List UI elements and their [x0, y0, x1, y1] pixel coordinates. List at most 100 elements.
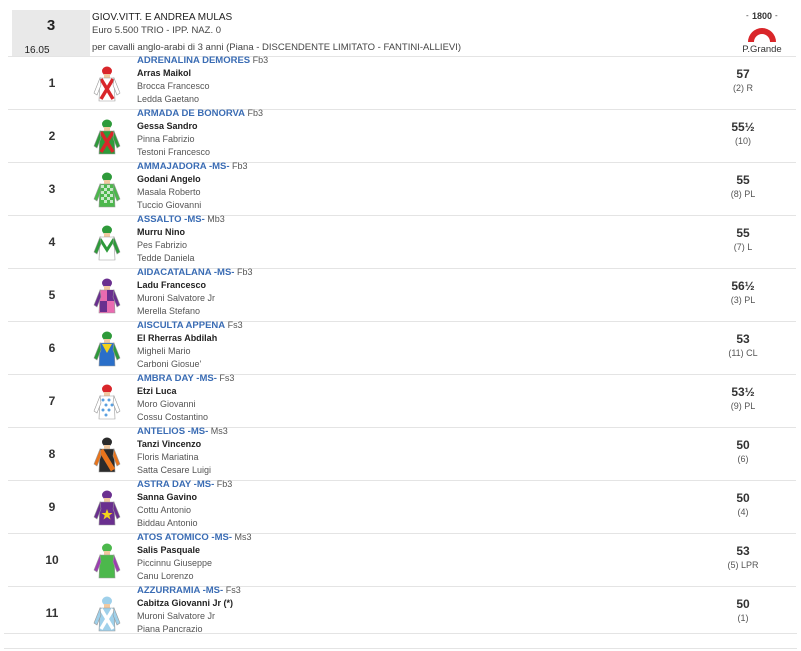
entry-info: ANTELIOS -MS- Ms3 Tanzi Vincenzo Floris …: [137, 425, 228, 477]
entry-number: 10: [45, 553, 59, 567]
jockey-name: El Rherras Abdilah: [137, 333, 218, 343]
jockey-silk-purple-yellow-star-icon: [92, 487, 122, 529]
entry-row: 11 AZZURRAMIA -MS- Fs3 Cabitza Giovanni …: [8, 585, 796, 639]
weight-cell: 55 (7) L: [720, 226, 766, 253]
horse-suffix: Ms3: [234, 532, 252, 542]
horse-suffix: Ms3: [210, 426, 228, 436]
weight-cell: 53 (5) LPR: [720, 544, 766, 571]
entry-row: 5 AIDACATALANA -MS- Fb3 Ladu Francesco M…: [8, 266, 796, 321]
jockey-name: Gessa Sandro: [137, 121, 198, 131]
horse-name-link[interactable]: ATOS ATOMICO -MS-: [137, 532, 232, 543]
entry-info: AMBRA DAY -MS- Fs3 Etzi Luca Moro Giovan…: [137, 372, 234, 424]
entry-row: 3 AMMAJADORA -MS- Fb3 Godani Angelo Masa…: [8, 160, 796, 215]
weight-cell: 50 (6): [720, 438, 766, 465]
entry-number: 7: [48, 394, 56, 408]
jockey-name: Ladu Francesco: [137, 280, 207, 290]
weight-cell: 50 (4): [720, 491, 766, 518]
weight-cell: 55 (8) PL: [720, 173, 766, 200]
entry-row: 2 ARMADA DE BONORVA Fb3 Gessa Sandro Pin…: [8, 108, 796, 162]
trainer-name: Masala Roberto: [137, 187, 201, 197]
horse-name-link[interactable]: ASSALTO -MS-: [137, 214, 205, 225]
entry-row: 8 ANTELIOS -MS- Ms3 Tanzi Vincenzo Flori…: [8, 425, 796, 480]
owner-name: Tuccio Giovanni: [137, 200, 202, 210]
horse-name-link[interactable]: ANTELIOS -MS-: [137, 426, 208, 437]
horse-suffix: Fb3: [232, 161, 248, 171]
divider: [4, 648, 797, 649]
jockey-name: Godani Angelo: [137, 174, 201, 184]
jockey-name: Salis Pasquale: [137, 545, 201, 555]
jockey-name: Arras Maikol: [137, 68, 192, 78]
horse-name-link[interactable]: ARMADA DE BONORVA: [137, 108, 245, 119]
entry-row: 9 ASTRA DAY -MS- Fb3 Sanna Gavino Cottu …: [8, 479, 796, 533]
owner-name: Canu Lorenzo: [137, 571, 194, 581]
weight-value: 50: [736, 597, 750, 611]
svg-text:-: -: [746, 11, 749, 20]
jockey-silk-blue-green-yellow-icon: [92, 328, 122, 370]
trainer-name: Floris Mariatina: [137, 452, 199, 462]
weight-value: 57: [736, 67, 750, 81]
horse-name-link[interactable]: AIDACATALANA -MS-: [137, 267, 234, 278]
entries-list: 1 ADRENALINA DEMORES Fb3 Arras Maikol Br…: [8, 55, 796, 639]
horse-suffix: Fb3: [216, 479, 233, 489]
weight-cell: 56½ (3) PL: [720, 279, 766, 306]
race-title: GIOV.VITT. E ANDREA MULAS: [92, 12, 233, 23]
weight-value: 50: [736, 438, 750, 452]
horse-name-link[interactable]: AZZURRAMIA -MS-: [137, 585, 223, 596]
entry-info: AIDACATALANA -MS- Fb3 Ladu Francesco Mur…: [137, 266, 252, 318]
jockey-silk-green-purple-icon: [92, 540, 122, 582]
weight-value: 55: [736, 173, 750, 187]
horse-name-link[interactable]: AMBRA DAY -MS-: [137, 373, 217, 384]
track-distance: 1800: [752, 11, 772, 21]
owner-name: Biddau Antonio: [137, 518, 198, 528]
horse-name-link[interactable]: ASTRA DAY -MS-: [137, 479, 214, 490]
owner-name: Piana Pancrazio: [137, 624, 203, 634]
horse-name-link[interactable]: ADRENALINA DEMORES: [137, 55, 250, 66]
horse-suffix: Fb3: [247, 108, 264, 118]
horse-suffix: Fs3: [227, 320, 243, 330]
track-badge: 1800 - - P.Grande: [732, 8, 792, 56]
entry-number: 2: [48, 129, 56, 143]
horse-suffix: Fb3: [252, 55, 269, 65]
trainer-name: Piccinnu Giuseppe: [137, 558, 213, 568]
jockey-silk-green-check-icon: [92, 169, 122, 211]
race-card: 3 16.05 GIOV.VITT. E ANDREA MULAS Euro 5…: [8, 6, 796, 639]
draw-value: (8) PL: [730, 189, 756, 199]
draw-value: (2) R: [733, 83, 753, 93]
entry-info: AISCULTA APPENA Fs3 El Rherras Abdilah M…: [137, 319, 243, 371]
horse-name-link[interactable]: AMMAJADORA -MS-: [137, 161, 230, 172]
draw-value: (11) CL: [728, 348, 758, 358]
entry-info: ATOS ATOMICO -MS- Ms3 Salis Pasquale Pic…: [137, 531, 252, 583]
divider: [4, 633, 797, 634]
trainer-name: Moro Giovanni: [137, 399, 196, 409]
entry-info: AMMAJADORA -MS- Fb3 Godani Angelo Masala…: [137, 160, 248, 212]
jockey-silk-lightblue-white-cross-icon: [92, 593, 122, 635]
jockey-silk-purple-pink-quarters-icon: [92, 275, 122, 317]
race-time: 16.05: [24, 45, 50, 56]
jockey-silk-white-red-cross-icon: [92, 63, 122, 105]
weight-value: 56½: [731, 279, 755, 293]
race-header: 3 16.05 GIOV.VITT. E ANDREA MULAS Euro 5…: [8, 6, 796, 56]
track-name: P.Grande: [742, 44, 782, 55]
track-shape-icon: 1800 - -: [746, 11, 778, 42]
owner-name: Merella Stefano: [137, 306, 201, 316]
owner-name: Tedde Daniela: [137, 253, 195, 263]
weight-value: 53: [736, 332, 750, 346]
weight-cell: 55½ (10): [720, 120, 766, 147]
jockey-silk-green-red-cross-icon: [92, 116, 122, 158]
jockey-silk-white-blue-spots-icon: [92, 381, 122, 423]
weight-cell: 53½ (9) PL: [720, 385, 766, 412]
entry-number: 5: [48, 288, 56, 302]
jockey-name: Etzi Luca: [137, 386, 177, 396]
weight-cell: 53 (11) CL: [720, 332, 766, 359]
entry-number: 9: [48, 500, 56, 514]
owner-name: Testoni Francesco: [137, 147, 211, 157]
horse-name-link[interactable]: AISCULTA APPENA: [137, 320, 225, 331]
horse-suffix: Fs3: [219, 373, 235, 383]
draw-value: (9) PL: [730, 401, 756, 411]
race-description: per cavalli anglo-arabi di 3 anni (Piana…: [92, 42, 462, 53]
jockey-name: Sanna Gavino: [137, 492, 198, 502]
trainer-name: Brocca Francesco: [137, 81, 210, 91]
trainer-name: Muroni Salvatore Jr: [137, 611, 216, 621]
draw-value: (6): [737, 454, 749, 464]
race-number-box: 3 16.05: [12, 10, 90, 56]
